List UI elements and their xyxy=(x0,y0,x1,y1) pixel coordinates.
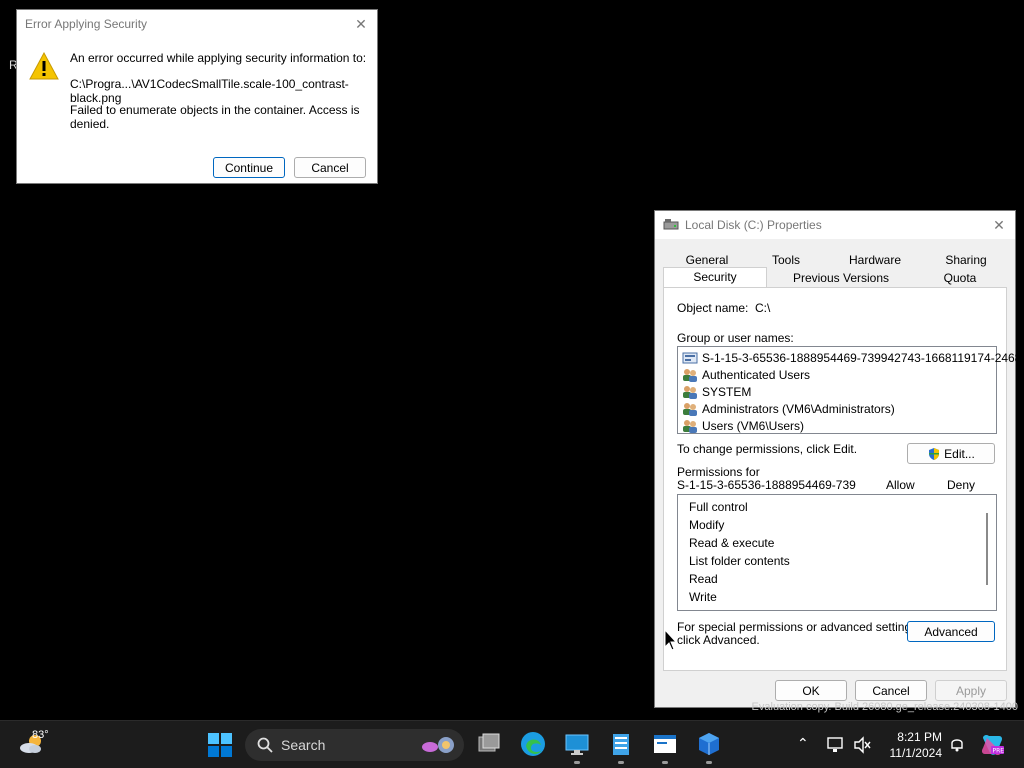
taskbar: 83° Search ⌃ 8:21 PM 11/1/2024 PRE xyxy=(0,720,1024,768)
ok-button[interactable]: OK xyxy=(775,680,847,701)
copilot-pre-icon[interactable]: PRE xyxy=(979,732,1005,758)
running-indicator xyxy=(574,761,580,764)
drive-icon xyxy=(663,219,679,230)
list-item[interactable]: S-1-15-3-65536-1888954469-739942743-1668… xyxy=(682,349,1024,366)
permissions-scrollbar[interactable] xyxy=(986,513,988,585)
taskbar-search-input[interactable]: Search xyxy=(245,729,464,761)
error-detail: Failed to enumerate objects in the conta… xyxy=(70,103,360,131)
user-name: SYSTEM xyxy=(702,384,752,399)
change-permissions-hint: To change permissions, click Edit. xyxy=(677,442,858,456)
properties-title: Local Disk (C:) Properties xyxy=(685,218,822,232)
tab-previous-versions[interactable]: Previous Versions xyxy=(767,269,915,287)
user-name: Users (VM6\Users) xyxy=(702,418,805,433)
close-icon[interactable]: ✕ xyxy=(349,12,373,36)
properties-titlebar[interactable]: Local Disk (C:) Properties ✕ xyxy=(655,211,1015,239)
running-indicator xyxy=(618,761,624,764)
3d-builder-icon[interactable] xyxy=(696,731,722,757)
permission-row: Full control xyxy=(689,500,748,514)
clock-time: 8:21 PM xyxy=(897,730,942,744)
speaker-muted-icon[interactable] xyxy=(853,736,871,754)
task-view-icon[interactable] xyxy=(476,731,502,757)
permission-row: Read xyxy=(689,572,718,586)
allow-column-header: Allow xyxy=(886,478,915,492)
edge-browser-icon[interactable] xyxy=(520,731,546,757)
error-dialog-titlebar[interactable]: Error Applying Security ✕ xyxy=(17,10,377,38)
system-clock[interactable]: 8:21 PM 11/1/2024 xyxy=(890,729,943,761)
uac-shield-icon xyxy=(929,447,940,460)
notepad-icon[interactable] xyxy=(608,731,634,757)
temperature: 83° xyxy=(32,729,49,741)
users-group-icon xyxy=(683,402,697,416)
permission-row: Modify xyxy=(689,518,725,532)
error-applying-security-dialog: Error Applying Security ✕ An error occur… xyxy=(16,9,378,184)
cancel-button[interactable]: Cancel xyxy=(855,680,927,701)
search-placeholder: Search xyxy=(281,737,326,753)
edit-button[interactable]: Edit... xyxy=(907,443,995,464)
tab-security[interactable]: Security xyxy=(663,267,767,287)
close-icon[interactable]: ✕ xyxy=(987,213,1011,237)
warning-icon xyxy=(29,52,59,80)
svg-text:PRE: PRE xyxy=(993,748,1005,755)
permission-row: Write xyxy=(689,590,717,604)
permission-row: Read & execute xyxy=(689,536,775,550)
group-names-label: Group or user names: xyxy=(677,331,794,345)
permission-row: List folder contents xyxy=(689,554,790,568)
users-group-icon xyxy=(683,419,697,433)
chevron-up-icon[interactable]: ⌃ xyxy=(797,735,809,752)
security-panel: Object name: C:\ Group or user names: S-… xyxy=(663,287,1024,671)
permissions-for-label: Permissions for xyxy=(677,465,760,479)
special-permissions-hint: For special permissions or advanced sett… xyxy=(677,620,921,634)
network-icon[interactable] xyxy=(827,736,845,754)
users-group-icon xyxy=(683,385,697,399)
local-disk-properties-dialog: Local Disk (C:) Properties ✕ General Too… xyxy=(654,210,1024,708)
users-group-icon xyxy=(683,368,697,382)
permissions-list[interactable]: Full control Modify Read & execute List … xyxy=(677,494,997,611)
list-item[interactable]: Authenticated Users xyxy=(682,366,810,383)
search-icon xyxy=(257,737,273,753)
special-permissions-hint-2: click Advanced. xyxy=(677,633,760,647)
remote-desktop-icon[interactable] xyxy=(564,731,590,757)
tab-sharing[interactable]: Sharing xyxy=(929,251,1003,269)
application-window-icon[interactable] xyxy=(652,731,678,757)
clock-date: 11/1/2024 xyxy=(889,746,943,760)
object-name-value: C:\ xyxy=(755,301,771,315)
list-item[interactable]: SYSTEM xyxy=(682,383,751,400)
deny-column-header: Deny xyxy=(947,478,976,492)
apply-button: Apply xyxy=(935,680,1007,701)
mouse-cursor-icon xyxy=(664,629,678,651)
evaluation-watermark: Evaluation copy. Build 26080.ge_release.… xyxy=(751,701,1018,713)
cancel-button[interactable]: Cancel xyxy=(294,157,366,178)
continue-button[interactable]: Continue xyxy=(213,157,285,178)
edit-button-label: Edit... xyxy=(944,446,975,461)
list-item[interactable]: Administrators (VM6\Administrators) xyxy=(682,400,895,417)
user-list[interactable]: S-1-15-3-65536-1888954469-739942743-1668… xyxy=(677,346,1024,434)
tab-hardware[interactable]: Hardware xyxy=(821,251,929,269)
advanced-button[interactable]: Advanced xyxy=(907,621,995,642)
error-dialog-title: Error Applying Security xyxy=(25,17,148,31)
error-dialog-body: An error occurred while applying securit… xyxy=(17,38,377,183)
running-indicator xyxy=(662,761,668,764)
error-path: C:\Progra...\AV1CodecSmallTile.scale-100… xyxy=(70,77,349,105)
running-indicator xyxy=(706,761,712,764)
error-message: An error occurred while applying securit… xyxy=(70,51,367,65)
user-name: Administrators (VM6\Administrators) xyxy=(702,401,895,416)
notifications-icon[interactable] xyxy=(948,735,966,753)
start-windows-icon[interactable] xyxy=(207,732,233,758)
object-name-label: Object name: xyxy=(677,301,749,315)
user-name: Authenticated Users xyxy=(702,367,811,382)
list-item[interactable]: Users (VM6\Users) xyxy=(682,417,804,434)
user-name: S-1-15-3-65536-1888954469-739942743-1668… xyxy=(702,350,1024,365)
capability-sid-icon xyxy=(682,352,698,363)
tab-quota[interactable]: Quota xyxy=(915,269,1005,287)
search-highlight-icon xyxy=(422,737,454,753)
permissions-for-value: S-1-15-3-65536-1888954469-739 xyxy=(677,478,856,492)
